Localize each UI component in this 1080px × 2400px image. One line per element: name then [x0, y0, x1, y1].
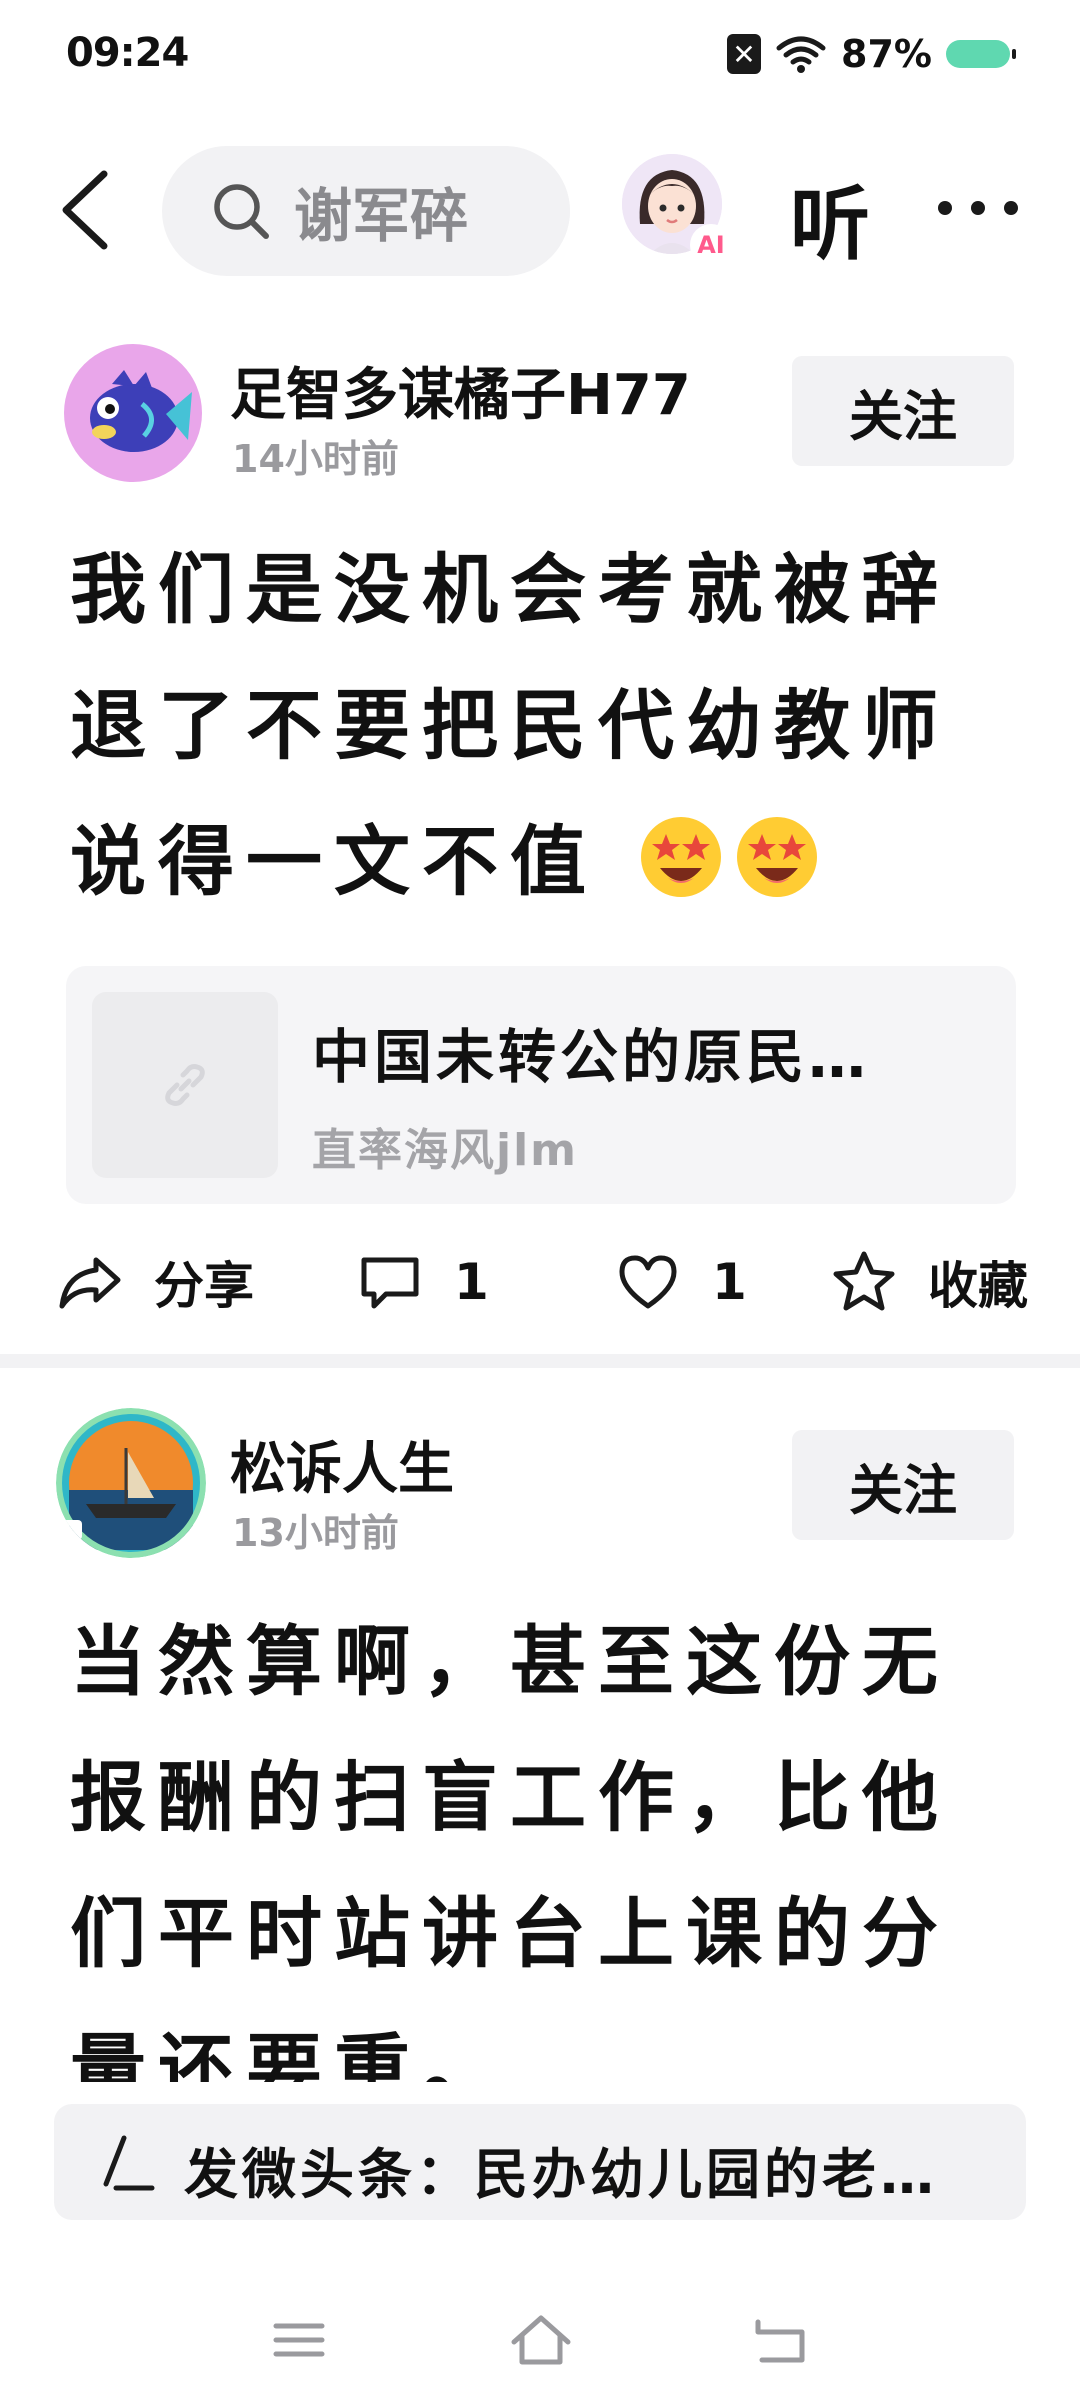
follow-button[interactable]: 关注	[792, 356, 1014, 466]
screen: 09:24 ✕ 87% 谢军碎 AI 听 足智多谋橘子H77 14小时前 关注 …	[0, 0, 1080, 2400]
search-query: 谢军碎	[294, 182, 469, 250]
wifi-icon	[776, 36, 826, 73]
heart-icon	[619, 1255, 677, 1309]
status-bar: 09:24 ✕ 87%	[0, 0, 1080, 118]
home-icon[interactable]	[506, 2310, 576, 2370]
system-nav-bar	[0, 2280, 1080, 2400]
link-title: 中国未转公的原民…	[312, 1023, 871, 1091]
post-actions: 分享 1 1 收藏	[0, 1232, 1080, 1332]
star-struck-emoji-icon	[737, 817, 818, 897]
post-body[interactable]: 我们是没机会考就被辞 退了不要把民代幼教师 说得一文不值	[70, 522, 1020, 930]
favorite-label: 收藏	[928, 1257, 1028, 1315]
post-body-line: 当然算啊，甚至这份无	[70, 1617, 950, 1706]
link-card[interactable]: 中国未转公的原民… 直率海风jlm	[66, 966, 1016, 1204]
link-icon	[165, 1064, 205, 1106]
more-dots-icon[interactable]	[938, 196, 1018, 220]
post-time: 14小时前	[232, 437, 399, 481]
ai-badge: AI	[690, 224, 732, 266]
sim-off-icon: ✕	[727, 34, 762, 74]
avatar[interactable]	[64, 344, 202, 482]
comment-icon	[361, 1257, 419, 1309]
battery-percent: 87%	[841, 32, 932, 76]
section-divider	[0, 1354, 1080, 1368]
link-source: 直率海风jlm	[312, 1125, 579, 1176]
chevron-left-icon[interactable]	[52, 164, 122, 256]
like-button[interactable]: 1	[614, 1232, 747, 1332]
share-button[interactable]: 分享	[56, 1232, 254, 1332]
link-thumbnail	[92, 992, 278, 1178]
pen-icon	[103, 2135, 155, 2191]
post-body-line: 说得一文不值	[70, 817, 598, 906]
favorite-button[interactable]: 收藏	[830, 1232, 1028, 1332]
post-body-line: 退了不要把民代幼教师	[70, 681, 950, 770]
menu-icon[interactable]	[264, 2310, 334, 2370]
post-body-line: 我们是没机会考就被辞	[70, 545, 950, 634]
share-icon	[59, 1257, 121, 1309]
listen-button[interactable]: 听	[790, 160, 870, 276]
follow-button[interactable]: 关注	[792, 1430, 1014, 1540]
back-return-icon[interactable]	[744, 2310, 814, 2370]
post-time: 13小时前	[232, 1511, 399, 1555]
battery-icon	[946, 40, 1016, 68]
composer-bar[interactable]: 发微头条：民办幼儿园的老…	[54, 2104, 1026, 2220]
status-icons: ✕ 87%	[727, 32, 1016, 76]
comment-count: 1	[454, 1253, 489, 1311]
author-name[interactable]: 足智多谋橘子H77	[230, 350, 691, 431]
share-label: 分享	[154, 1257, 254, 1315]
post-body[interactable]: 当然算啊，甚至这份无 报酬的扫盲工作，比他 们平时站讲台上课的分 量还要重。	[70, 1594, 1020, 2138]
author-name[interactable]: 松诉人生	[230, 1424, 454, 1505]
post-body-line: 报酬的扫盲工作，比他	[70, 1753, 950, 1842]
search-icon	[214, 184, 269, 239]
composer-prompt: 发微头条：民办幼儿园的老…	[184, 2143, 938, 2206]
star-struck-emoji-icon	[641, 817, 722, 897]
post-body-line: 们平时站讲台上课的分	[70, 1889, 950, 1978]
status-time: 09:24	[66, 30, 189, 76]
comment-button[interactable]: 1	[356, 1232, 489, 1332]
search-bar[interactable]: 谢军碎	[162, 146, 570, 276]
top-nav: 谢军碎 AI 听	[0, 142, 1080, 278]
avatar[interactable]	[56, 1408, 206, 1558]
like-count: 1	[712, 1253, 747, 1311]
star-icon	[833, 1251, 895, 1311]
